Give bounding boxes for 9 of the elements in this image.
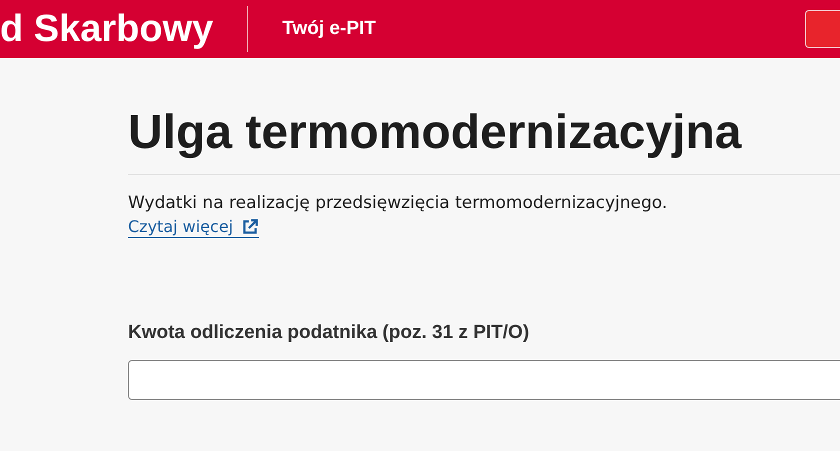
field-label: Kwota odliczenia podatnika (poz. 31 z PIT/O) <box>128 322 530 344</box>
description-text: Wydatki na realizację przedsięwzięcia termomodernizacyjnego. <box>128 193 668 213</box>
page-title: Ulga termomodernizacyjna <box>128 105 743 161</box>
amount-input[interactable] <box>128 360 840 400</box>
header-button[interactable] <box>805 10 840 48</box>
external-link-icon <box>241 218 260 236</box>
brand-name: d Skarbowy <box>0 8 214 50</box>
app-name: Twój e-PIT <box>282 18 376 40</box>
read-more-link[interactable]: Czytaj więcej <box>128 217 260 238</box>
